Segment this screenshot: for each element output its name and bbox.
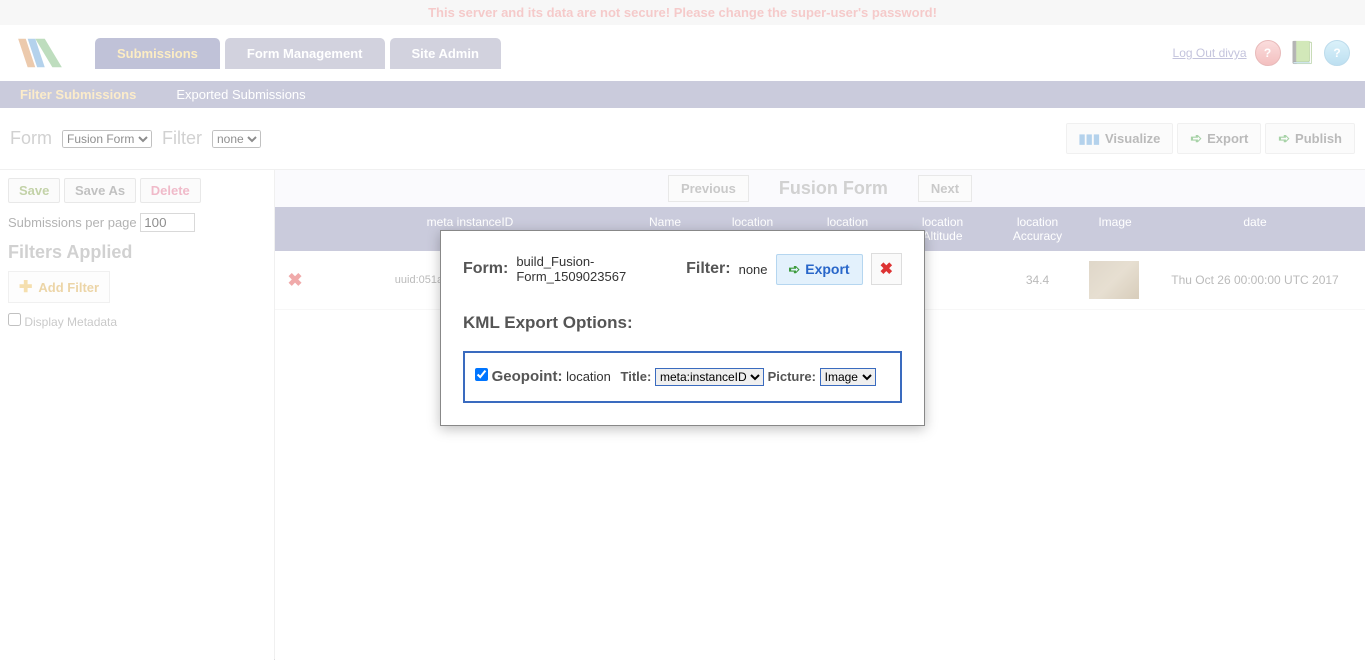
save-button[interactable]: Save xyxy=(8,178,60,203)
subnav-exported-submissions[interactable]: Exported Submissions xyxy=(176,87,305,102)
kml-options-box: Geopoint: location Title: meta:instanceI… xyxy=(463,351,902,403)
title-select[interactable]: meta:instanceID xyxy=(655,368,764,386)
geopoint-value: location xyxy=(566,369,611,384)
modal-form-label: Form: xyxy=(463,260,508,278)
form-label: Form xyxy=(10,128,52,149)
sidebar: Save Save As Delete Submissions per page… xyxy=(0,170,275,660)
display-metadata-checkbox[interactable] xyxy=(8,313,21,326)
thumbnail-image[interactable] xyxy=(1089,261,1139,299)
delete-row-icon[interactable]: ✖ xyxy=(287,270,302,290)
plus-icon: ✚ xyxy=(19,277,32,297)
filter-select[interactable]: none xyxy=(212,130,261,148)
logout-link[interactable]: Log Out divya xyxy=(1173,46,1247,60)
arrow-right-icon: ➪ xyxy=(1278,130,1290,147)
help-icon[interactable]: ? xyxy=(1255,40,1281,66)
title-label: Title: xyxy=(621,369,652,384)
delete-button[interactable]: Delete xyxy=(140,178,201,203)
modal-export-button[interactable]: ➪ Export xyxy=(776,254,863,285)
support-icon[interactable]: ? xyxy=(1324,40,1350,66)
docs-icon[interactable]: 📗 xyxy=(1289,40,1316,66)
content-title: Fusion Form xyxy=(779,178,888,199)
publish-button[interactable]: ➪Publish xyxy=(1265,123,1355,154)
tab-site-admin[interactable]: Site Admin xyxy=(390,38,501,69)
header: Submissions Form Management Site Admin L… xyxy=(0,25,1365,81)
form-select[interactable]: Fusion Form xyxy=(62,130,152,148)
picture-label: Picture: xyxy=(768,369,816,384)
export-modal: Form: build_Fusion-Form_1509023567 Filte… xyxy=(440,230,925,426)
subnav-filter-submissions[interactable]: Filter Submissions xyxy=(20,87,136,102)
modal-form-value: build_Fusion-Form_1509023567 xyxy=(516,254,678,284)
geopoint-checkbox[interactable] xyxy=(475,368,488,381)
save-as-button[interactable]: Save As xyxy=(64,178,136,203)
geopoint-label: Geopoint: xyxy=(492,368,563,385)
per-page-input[interactable] xyxy=(140,213,195,232)
filter-label: Filter xyxy=(162,128,202,149)
add-filter-button[interactable]: ✚ Add Filter xyxy=(8,271,110,303)
display-metadata-label: Display Metadata xyxy=(24,315,117,329)
bar-chart-icon: ▮▮▮ xyxy=(1079,131,1100,147)
previous-button[interactable]: Previous xyxy=(668,175,749,202)
warning-bar: This server and its data are not secure!… xyxy=(0,0,1365,25)
visualize-button[interactable]: ▮▮▮Visualize xyxy=(1066,123,1174,154)
per-page-label: Submissions per page xyxy=(8,215,137,230)
arrow-right-icon: ➪ xyxy=(1190,130,1202,147)
modal-close-button[interactable]: ✖ xyxy=(871,253,902,285)
toolbar: Form Fusion Form Filter none ▮▮▮Visualiz… xyxy=(0,108,1365,169)
cell-acc: 34.4 xyxy=(990,263,1085,297)
cell-date: Thu Oct 26 00:00:00 UTC 2017 xyxy=(1145,263,1365,297)
modal-filter-value: none xyxy=(739,262,768,277)
modal-filter-label: Filter: xyxy=(686,260,730,278)
next-button[interactable]: Next xyxy=(918,175,972,202)
export-button[interactable]: ➪Export xyxy=(1177,123,1261,154)
col-date: date xyxy=(1145,207,1365,251)
picture-select[interactable]: Image xyxy=(820,368,876,386)
modal-heading: KML Export Options: xyxy=(463,313,902,333)
arrow-right-icon: ➪ xyxy=(789,261,801,278)
logo xyxy=(15,33,65,73)
filters-applied-heading: Filters Applied xyxy=(8,242,266,263)
col-acc: location Accuracy xyxy=(990,207,1085,251)
col-img: Image xyxy=(1085,207,1145,251)
tab-form-management[interactable]: Form Management xyxy=(225,38,385,69)
tab-submissions[interactable]: Submissions xyxy=(95,38,220,69)
sub-nav: Filter Submissions Exported Submissions xyxy=(0,81,1365,108)
